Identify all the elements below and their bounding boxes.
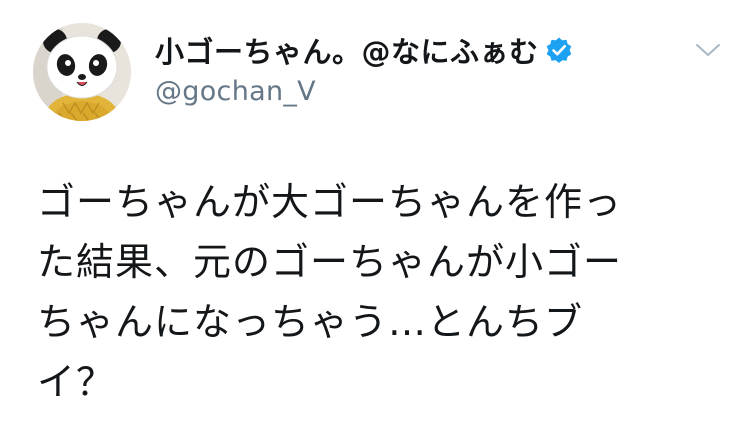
chevron-down-icon[interactable] bbox=[694, 40, 722, 60]
tweet-text-line: ちゃんになっちゃう…とんちブ bbox=[37, 300, 584, 344]
user-handle[interactable]: @gochan_V bbox=[155, 76, 573, 107]
tweet-card: 小ゴーちゃん。@なにふぁむ @gochan_V ゴーちゃんが大ゴーちゃんを作っ … bbox=[0, 0, 750, 446]
avatar[interactable] bbox=[33, 23, 131, 121]
tweet-text-line: イ？ bbox=[37, 360, 116, 404]
tweet-text: ゴーちゃんが大ゴーちゃんを作っ た結果、元のゴーちゃんが小ゴー ちゃんになっちゃ… bbox=[37, 172, 727, 412]
tweet-text-line: た結果、元のゴーちゃんが小ゴー bbox=[37, 240, 623, 284]
display-name[interactable]: 小ゴーちゃん。@なにふぁむ bbox=[155, 29, 539, 71]
name-row: 小ゴーちゃん。@なにふぁむ bbox=[155, 30, 573, 70]
tweet-header: 小ゴーちゃん。@なにふぁむ @gochan_V bbox=[155, 30, 573, 107]
tweet-text-line: ゴーちゃんが大ゴーちゃんを作っ bbox=[37, 180, 623, 224]
verified-badge-icon bbox=[545, 36, 573, 64]
panda-mascot-avatar-icon bbox=[33, 23, 131, 121]
